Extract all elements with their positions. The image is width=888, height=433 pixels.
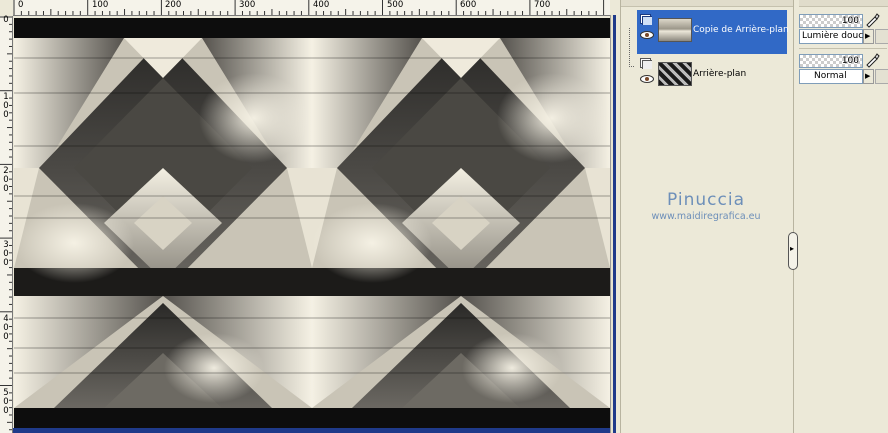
ruler-label-0: 0 [18, 0, 24, 10]
vruler-label-400: 4 0 0 [3, 314, 9, 342]
raster-layer-icon [640, 58, 652, 69]
layer-properties: 100 Lumière douce ▶ 100 Normal ▶ [799, 8, 888, 433]
vruler-label-500: 5 0 0 [3, 388, 9, 416]
blend-mode-select[interactable]: Normal [799, 69, 863, 84]
layer-row-copie[interactable]: Copie de Arrière-plan [637, 10, 789, 54]
vruler-label-100: 1 0 0 [3, 92, 9, 120]
layers-palette-toolbar [621, 0, 888, 7]
watermark: Pinuccia www.maidiregrafica.eu [621, 190, 791, 222]
image-canvas[interactable] [14, 18, 610, 428]
vruler-label-200: 2 0 0 [3, 166, 9, 194]
blend-mode-value: Normal [814, 71, 847, 81]
window-border-right [613, 15, 616, 433]
visibility-eye-icon[interactable] [640, 31, 654, 39]
edit-brush-icon[interactable] [864, 52, 880, 68]
dropdown-arrow-icon: ▶ [865, 72, 871, 80]
ruler-label-700: 700 [534, 0, 551, 10]
ruler-label-400: 400 [313, 0, 330, 10]
vertical-ruler-ticks [0, 16, 12, 431]
ruler-label-100: 100 [92, 0, 109, 10]
layer-tree-connector [629, 28, 634, 67]
ruler-label-200: 200 [165, 0, 182, 10]
pattern-artwork [14, 18, 610, 428]
opacity-value: 100 [841, 16, 859, 26]
layer-thumbnail [658, 18, 692, 42]
layer-props-arriere-plan: 100 Normal ▶ [799, 52, 888, 94]
pattern-tile-left [14, 18, 312, 428]
vruler-label-0: 0 [3, 15, 9, 25]
layer-name: Copie de Arrière-plan [693, 25, 789, 35]
watermark-title: Pinuccia [667, 190, 745, 210]
layer-props-copie: 100 Lumière douce ▶ [799, 12, 888, 54]
vruler-label-300: 3 0 0 [3, 240, 9, 268]
collapse-panel-handle[interactable]: ▸ [788, 232, 798, 270]
opacity-field[interactable]: 100 [799, 14, 863, 28]
blend-mode-dropdown-button[interactable]: ▶ [863, 29, 874, 44]
horizontal-ruler: 0 100 200 300 400 500 600 700 [13, 0, 610, 16]
blend-mode-dropdown-button[interactable]: ▶ [863, 69, 874, 84]
vertical-ruler: 0 1 0 0 2 0 0 3 0 0 4 0 0 5 0 0 [0, 16, 13, 433]
visibility-eye-icon[interactable] [640, 75, 654, 83]
lock-toggle[interactable] [875, 69, 888, 84]
layer-thumbnail [658, 62, 692, 86]
layer-name: Arrière-plan [693, 69, 747, 79]
divider [799, 48, 887, 49]
pattern-tile-right [312, 18, 610, 428]
ruler-label-600: 600 [460, 0, 477, 10]
canvas-area[interactable]: 0 100 200 300 400 500 600 700 0 1 0 0 2 … [0, 0, 618, 433]
blend-mode-value: Lumière douce [802, 31, 869, 41]
layer-row-arriere-plan[interactable]: Arrière-plan [637, 54, 787, 98]
layer-list: Copie de Arrière-plan Arrière-plan Pinuc… [621, 8, 791, 433]
watermark-url: www.maidiregrafica.eu [651, 211, 761, 222]
edit-brush-icon[interactable] [864, 12, 880, 28]
dropdown-arrow-icon: ▶ [865, 32, 871, 40]
opacity-value: 100 [841, 56, 859, 66]
ruler-label-500: 500 [387, 0, 404, 10]
blend-mode-select[interactable]: Lumière douce [799, 29, 869, 44]
layers-palette: Copie de Arrière-plan Arrière-plan Pinuc… [620, 0, 888, 433]
collapse-arrow-icon: ▸ [790, 244, 795, 253]
ruler-label-300: 300 [239, 0, 256, 10]
raster-layer-icon [640, 14, 652, 25]
window-border-bottom [13, 428, 610, 433]
lock-toggle[interactable] [875, 29, 888, 44]
opacity-field[interactable]: 100 [799, 54, 863, 68]
